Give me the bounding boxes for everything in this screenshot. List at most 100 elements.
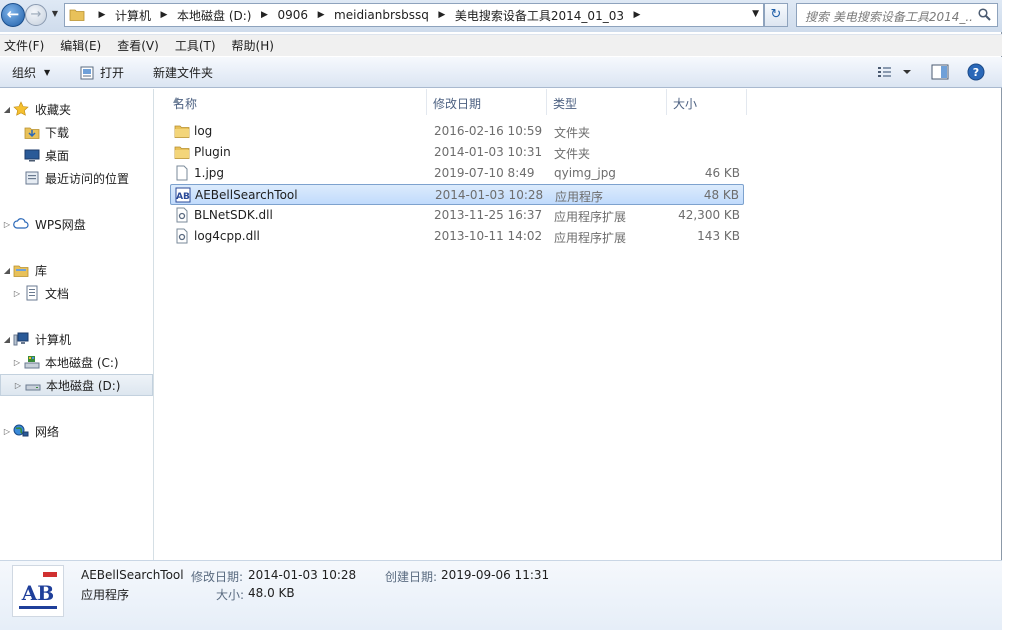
breadcrumb-disk-d[interactable]: 本地磁盘 (D:) <box>175 7 253 24</box>
file-name: BLNetSDK.dll <box>194 208 273 222</box>
nav-downloads[interactable]: 下载 <box>0 121 153 143</box>
recent-pages-dropdown[interactable]: ▼ <box>50 9 60 19</box>
forward-button[interactable]: → <box>25 4 47 26</box>
breadcrumb-meidianbrsbssq[interactable]: meidianbrsbssq <box>332 8 431 22</box>
chevron-right-icon[interactable]: ▶ <box>431 10 453 20</box>
preview-pane-button[interactable] <box>930 63 950 81</box>
file-name: Plugin <box>194 145 231 159</box>
new-folder-button[interactable]: 新建文件夹 <box>153 64 213 81</box>
open-label: 打开 <box>100 66 125 80</box>
nav-disk-c[interactable]: ▷ 本地磁盘 (C:) <box>0 351 153 373</box>
nav-label: 库 <box>35 263 48 278</box>
nav-recent-places[interactable]: 最近访问的位置 <box>0 167 153 189</box>
search-icon[interactable] <box>978 8 991 21</box>
file-type: 文件夹 <box>554 147 591 161</box>
breadcrumb-0906[interactable]: 0906 <box>275 8 310 22</box>
details-file-name: AEBellSearchTool <box>81 568 184 582</box>
address-history-dropdown[interactable]: ▼ <box>752 9 759 19</box>
file-row[interactable]: Plugin 2014-01-03 10:31 文件夹 <box>170 142 744 163</box>
help-button[interactable]: ? <box>966 63 986 81</box>
file-type: 文件夹 <box>554 126 591 140</box>
file-row[interactable]: log4cpp.dll 2013-10-11 14:02 应用程序扩展 143 … <box>170 226 744 247</box>
change-view-button[interactable] <box>876 63 914 81</box>
nav-wps-cloud[interactable]: ▷ WPS网盘 <box>0 213 153 235</box>
chevron-right-icon[interactable]: ▷ <box>13 358 21 367</box>
nav-disk-d[interactable]: ▷ 本地磁盘 (D:) <box>0 374 153 396</box>
file-row[interactable]: AB AEBellSearchTool 2014-01-03 10:28 应用程… <box>170 184 744 205</box>
nav-network[interactable]: ▷ 网络 <box>0 420 153 442</box>
file-type: 应用程序扩展 <box>554 210 627 224</box>
refresh-button[interactable]: ↻ <box>764 3 788 27</box>
column-header-label: 修改日期 <box>433 97 482 111</box>
search-input[interactable]: 搜索 美电搜索设备工具2014_... <box>796 3 998 27</box>
file-type: 应用程序扩展 <box>554 231 627 245</box>
menu-help[interactable]: 帮助(H) <box>232 37 282 54</box>
chevron-down-icon[interactable]: ◢ <box>3 266 11 275</box>
file-modified: 2013-11-25 16:37 <box>434 208 543 222</box>
dll-icon <box>176 207 188 223</box>
menu-edit[interactable]: 编辑(E) <box>60 37 109 54</box>
chevron-right-icon[interactable]: ▷ <box>14 381 22 390</box>
column-header-modified[interactable]: 修改日期 <box>427 89 547 115</box>
column-header-label: 类型 <box>553 97 578 111</box>
menu-view[interactable]: 查看(V) <box>117 37 167 54</box>
breadcrumb-tool-folder[interactable]: 美电搜索设备工具2014_01_03 <box>453 7 626 24</box>
menu-bar: 文件(F) 编辑(E) 查看(V) 工具(T) 帮助(H) <box>0 34 1002 56</box>
file-modified: 2019-07-10 8:49 <box>434 166 535 180</box>
file-row[interactable]: log 2016-02-16 10:59 文件夹 <box>170 121 744 142</box>
sort-ascending-icon: ▲ <box>173 95 180 104</box>
column-header-type[interactable]: 类型 <box>547 89 667 115</box>
breadcrumb-computer[interactable]: 计算机 <box>113 7 153 24</box>
nav-label: 网络 <box>35 424 60 439</box>
organize-button[interactable]: 组织 ▼ <box>12 64 50 81</box>
nav-documents[interactable]: ▷ 文档 <box>0 282 153 304</box>
file-row[interactable]: 1.jpg 2019-07-10 8:49 qyimg_jpg 46 KB <box>170 163 744 184</box>
details-file-kind: 应用程序 <box>81 588 130 602</box>
nav-label: WPS网盘 <box>35 217 86 232</box>
chevron-right-icon[interactable]: ▶ <box>626 10 648 20</box>
aebell-logo-icon: AB <box>13 566 63 616</box>
chevron-right-icon[interactable]: ▶ <box>91 10 113 20</box>
open-button[interactable]: 打开 <box>80 64 124 81</box>
file-name: log4cpp.dll <box>194 229 260 243</box>
library-icon <box>13 265 29 277</box>
chevron-down-icon: ▼ <box>44 68 51 77</box>
nav-favorites[interactable]: ◢ 收藏夹 <box>0 98 153 120</box>
address-bar[interactable]: ▶ 计算机 ▶ 本地磁盘 (D:) ▶ 0906 ▶ meidianbrsbss… <box>64 3 764 27</box>
nav-computer[interactable]: ◢ 计算机 <box>0 328 153 350</box>
file-type: qyimg_jpg <box>554 166 616 180</box>
navigation-pane: ◢ 收藏夹 下载 桌面 最近访问的位置 ▷ WPS网盘 ◢ 库 ▷ 文档 ◢ 计… <box>0 89 154 560</box>
chevron-right-icon[interactable]: ▶ <box>253 10 275 20</box>
nav-desktop[interactable]: 桌面 <box>0 144 153 166</box>
computer-icon <box>13 332 29 346</box>
address-row: ← → ▼ ▶ 计算机 ▶ 本地磁盘 (D:) ▶ 0906 ▶ meidian… <box>0 0 1002 32</box>
nav-libraries[interactable]: ◢ 库 <box>0 259 153 281</box>
desktop-icon <box>24 149 40 162</box>
file-row[interactable]: BLNetSDK.dll 2013-11-25 16:37 应用程序扩展 42,… <box>170 205 744 226</box>
file-name: log <box>194 124 213 138</box>
menu-tools[interactable]: 工具(T) <box>175 37 224 54</box>
chevron-right-icon[interactable]: ▶ <box>310 10 332 20</box>
chevron-right-icon[interactable]: ▷ <box>3 220 11 229</box>
chevron-right-icon[interactable]: ▶ <box>153 10 175 20</box>
chevron-down-icon[interactable]: ◢ <box>3 105 11 114</box>
column-header-size[interactable]: 大小 <box>667 89 747 115</box>
chevron-right-icon[interactable]: ▷ <box>13 289 21 298</box>
menu-file[interactable]: 文件(F) <box>4 37 52 54</box>
chevron-right-icon[interactable]: ▷ <box>3 427 11 436</box>
folder-icon <box>174 146 190 159</box>
column-header-name[interactable]: 名称 ▲ <box>167 89 427 115</box>
view-options-icon <box>878 67 911 77</box>
folder-icon <box>69 9 85 21</box>
file-list: 名称 ▲ 修改日期 类型 大小 log 2016-02-16 10:59 文件夹 <box>155 89 1001 560</box>
open-icon <box>80 66 94 79</box>
back-button[interactable]: ← <box>1 3 25 27</box>
svg-text:AB: AB <box>176 192 190 202</box>
file-size: 46 KB <box>704 166 740 180</box>
file-name: AEBellSearchTool <box>195 188 298 202</box>
star-icon <box>13 101 29 116</box>
file-modified: 2013-10-11 14:02 <box>434 229 543 243</box>
file-modified: 2014-01-03 10:28 <box>435 188 544 202</box>
new-folder-label: 新建文件夹 <box>153 66 214 80</box>
chevron-down-icon[interactable]: ◢ <box>3 335 11 344</box>
